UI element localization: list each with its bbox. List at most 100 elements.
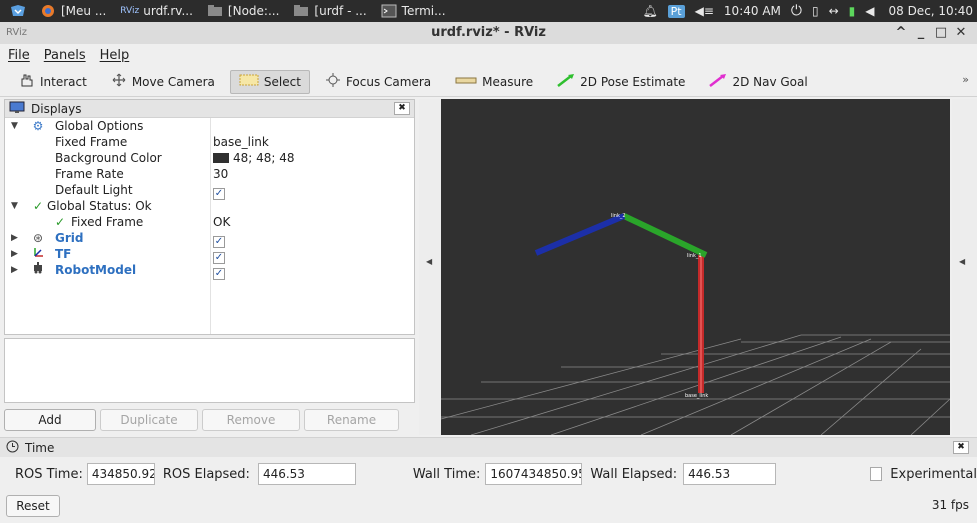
window-title: urdf.rviz* - RViz <box>431 25 546 40</box>
grid-icon: ⊛ <box>32 231 44 245</box>
collapse-arrow-icon[interactable]: ▶ <box>11 230 21 246</box>
hand-icon <box>19 73 35 90</box>
taskbar-item-node[interactable]: [Node:... <box>207 4 279 18</box>
clock[interactable]: 10:40 AM <box>724 4 781 18</box>
experimental-checkbox[interactable] <box>869 467 883 481</box>
frame-label-link-2: link_2 <box>611 213 626 219</box>
taskbar-item-terminal[interactable]: Termi... <box>381 4 446 18</box>
color-swatch <box>213 153 229 163</box>
ruler-icon <box>455 73 477 90</box>
tree-row-robot-model[interactable]: ▶ RobotModel ✓ <box>5 262 414 280</box>
ros-time-field[interactable]: 434850.92 <box>86 463 155 485</box>
monitor-icon <box>9 101 25 117</box>
status-row: Reset 31 fps <box>0 493 977 519</box>
displays-tree: ▼ ⚙ Global Options Fixed Frame base_link… <box>5 118 414 334</box>
menu-launcher-icon[interactable] <box>10 4 26 18</box>
power-icon[interactable]: ⏻ <box>791 3 802 19</box>
expand-arrow-icon[interactable]: ▼ <box>11 198 21 214</box>
add-button[interactable]: Add <box>4 409 96 431</box>
tool-interact[interactable]: Interact <box>10 70 96 94</box>
tree-row-global-options[interactable]: ▼ ⚙ Global Options <box>5 118 414 134</box>
wall-elapsed-field[interactable]: 446.53 <box>683 463 776 485</box>
remove-button[interactable]: Remove <box>202 409 300 431</box>
collapse-arrow-icon[interactable]: ▶ <box>11 246 21 262</box>
background-color-value[interactable]: 48; 48; 48 <box>213 150 295 166</box>
menu-file[interactable]: File <box>8 48 30 63</box>
shade-button[interactable]: ^ <box>891 22 911 44</box>
3d-render-view[interactable]: link_2 link_1 base_link <box>441 99 950 435</box>
time-close-button[interactable]: ✖ <box>953 441 969 454</box>
check-icon: ✓ <box>32 199 44 213</box>
tf-axes-icon <box>31 246 45 262</box>
frame-rate-value[interactable]: 30 <box>213 166 228 182</box>
notification-bell-icon[interactable]: 🔔︎ <box>642 4 657 18</box>
robot-model-checkbox[interactable]: ✓ <box>213 268 225 280</box>
menu-panels[interactable]: Panels <box>44 48 86 63</box>
close-button[interactable]: ✕ <box>951 22 971 44</box>
tree-row-grid[interactable]: ▶ ⊛ Grid ✓ <box>5 230 414 248</box>
fixed-frame-value[interactable]: base_link <box>213 134 269 150</box>
tool-move-camera[interactable]: Move Camera <box>102 70 224 94</box>
check-icon: ✓ <box>54 215 66 229</box>
taskbar-item-rviz[interactable]: RViz urdf.rv... <box>120 4 193 18</box>
grid-floor <box>441 334 950 435</box>
tree-row-frame-rate[interactable]: Frame Rate 30 <box>5 166 414 182</box>
tool-2d-pose-estimate[interactable]: 2D Pose Estimate <box>548 70 694 94</box>
displays-close-button[interactable]: ✖ <box>394 102 410 115</box>
battery-green-icon[interactable]: ▮ <box>849 4 856 18</box>
input-method-badge[interactable]: Pt <box>667 4 685 18</box>
link-forearm <box>534 213 626 256</box>
frame-label-link-1: link_1 <box>687 253 702 259</box>
time-panel-header: Time ✖ <box>0 437 977 457</box>
robot-icon <box>31 262 45 278</box>
volume-icon[interactable]: ◀≡ <box>695 4 714 18</box>
tool-focus-camera[interactable]: Focus Camera <box>316 70 440 94</box>
clock-icon <box>6 440 19 456</box>
move-camera-icon <box>111 73 127 90</box>
collapse-arrow-icon[interactable]: ▶ <box>11 262 21 278</box>
minimize-button[interactable]: _ <box>911 22 931 44</box>
tree-row-tf[interactable]: ▶ TF ✓ <box>5 246 414 264</box>
wall-elapsed-label: Wall Elapsed: <box>590 466 678 482</box>
date[interactable]: 08 Dec, 10:40 <box>888 4 973 18</box>
network-icon[interactable]: ↔ <box>829 4 839 18</box>
select-icon <box>239 73 259 90</box>
display-description-pane <box>4 338 415 403</box>
left-splitter[interactable]: ◀ <box>419 99 441 435</box>
ros-elapsed-label: ROS Elapsed: <box>162 466 250 482</box>
taskbar-item-browser[interactable]: [Meu ... <box>40 4 106 18</box>
duplicate-button[interactable]: Duplicate <box>100 409 198 431</box>
toolbar-overflow-button[interactable]: » <box>962 73 969 86</box>
tree-row-default-light[interactable]: Default Light ✓ <box>5 182 414 200</box>
expand-arrow-icon[interactable]: ▼ <box>11 118 21 134</box>
tool-2d-nav-goal[interactable]: 2D Nav Goal <box>700 70 816 94</box>
gear-icon: ⚙ <box>32 119 44 133</box>
app-mark: RViz <box>6 27 28 38</box>
window-titlebar: RViz urdf.rviz* - RViz ^ _ □ ✕ <box>0 22 977 44</box>
magenta-arrow-icon <box>709 73 727 90</box>
time-title: Time <box>25 440 55 455</box>
battery-icon[interactable]: ▯ <box>812 4 819 18</box>
rename-button[interactable]: Rename <box>304 409 399 431</box>
right-splitter[interactable]: ◀ <box>952 99 977 435</box>
tool-select[interactable]: Select <box>229 69 310 94</box>
tree-row-global-status[interactable]: ▼ ✓ Global Status: Ok <box>5 198 414 214</box>
tree-row-background-color[interactable]: Background Color 48; 48; 48 <box>5 150 414 166</box>
tree-row-fixed-frame[interactable]: Fixed Frame base_link <box>5 134 414 150</box>
ros-time-label: ROS Time: <box>15 466 83 482</box>
tree-row-status-fixed-frame[interactable]: ✓ Fixed Frame OK <box>5 214 414 230</box>
experimental-label: Experimental <box>890 466 977 482</box>
wall-time-label: Wall Time: <box>412 466 481 482</box>
tool-measure[interactable]: Measure <box>446 70 542 94</box>
ros-elapsed-field[interactable]: 446.53 <box>257 463 356 485</box>
green-arrow-icon <box>557 73 575 90</box>
reset-button[interactable]: Reset <box>6 495 60 517</box>
collapse-right-arrow-icon[interactable]: ◀ <box>959 257 965 266</box>
taskbar-item-urdf-folder[interactable]: [urdf - ... <box>293 4 367 18</box>
speaker-icon[interactable]: ◀ <box>865 4 874 18</box>
menu-bar: File Panels Help <box>0 44 977 66</box>
menu-help[interactable]: Help <box>100 48 130 63</box>
collapse-left-arrow-icon[interactable]: ◀ <box>426 257 432 266</box>
wall-time-field[interactable]: 1607434850.95 <box>485 463 583 485</box>
maximize-button[interactable]: □ <box>931 22 951 44</box>
